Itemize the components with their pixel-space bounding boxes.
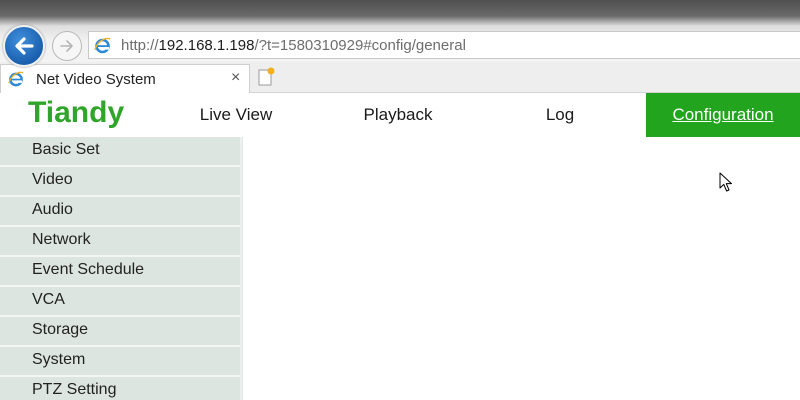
- sidebar-item-network[interactable]: Network: [0, 227, 240, 257]
- screen: http://192.168.1.198/?t=1580310929#confi…: [0, 0, 800, 400]
- config-sidebar: Basic Set Video Audio Network Event Sche…: [0, 137, 242, 400]
- nav-playback[interactable]: Playback: [328, 93, 468, 137]
- sidebar-item-label: Storage: [32, 321, 89, 338]
- sidebar-item-vca[interactable]: VCA: [0, 287, 240, 317]
- new-tab-icon[interactable]: [254, 66, 277, 89]
- forward-button[interactable]: [52, 31, 82, 61]
- sidebar-item-system[interactable]: System: [0, 347, 240, 377]
- sidebar-item-basic-set[interactable]: Basic Set: [0, 137, 240, 167]
- sidebar-item-label: Audio: [32, 201, 73, 218]
- forward-arrow-icon: [60, 40, 73, 52]
- nav-live-view[interactable]: Live View: [166, 93, 306, 137]
- sidebar-item-storage[interactable]: Storage: [0, 317, 240, 347]
- close-tab-icon[interactable]: ×: [231, 69, 240, 87]
- sidebar-item-audio[interactable]: Audio: [0, 197, 240, 227]
- sidebar-item-label: Event Schedule: [32, 261, 145, 278]
- url-prefix: http://: [121, 37, 159, 54]
- address-bar[interactable]: http://192.168.1.198/?t=1580310929#confi…: [88, 31, 800, 59]
- ie-tab-icon: [8, 71, 24, 87]
- tiandy-logo: Tiandy: [28, 96, 125, 129]
- sidebar-item-ptz-setting[interactable]: PTZ Setting: [0, 377, 240, 400]
- browser-toolbar: http://192.168.1.198/?t=1580310929#confi…: [0, 0, 800, 67]
- sidebar-item-label: Video: [32, 171, 73, 188]
- nav-configuration[interactable]: Configuration: [646, 93, 800, 137]
- page-header: Tiandy Live View Playback Log Configurat…: [0, 93, 800, 137]
- mouse-cursor-icon: [719, 172, 732, 192]
- sidebar-item-video[interactable]: Video: [0, 167, 240, 197]
- sidebar-item-label: PTZ Setting: [32, 381, 117, 398]
- tab-strip: Net Video System ×: [0, 62, 800, 93]
- sidebar-item-label: VCA: [32, 291, 65, 308]
- sidebar-item-event-schedule[interactable]: Event Schedule: [0, 257, 240, 287]
- url-text[interactable]: http://192.168.1.198/?t=1580310929#confi…: [121, 37, 466, 54]
- tab-title: Net Video System: [36, 71, 156, 88]
- back-arrow-icon: [15, 37, 34, 55]
- sidebar-item-label: System: [32, 351, 86, 368]
- url-path: /?t=1580310929#config/general: [254, 37, 466, 54]
- sidebar-item-label: Network: [32, 231, 91, 248]
- url-host: 192.168.1.198: [158, 37, 255, 54]
- browser-tab[interactable]: Net Video System ×: [0, 64, 250, 93]
- sidebar-item-label: Basic Set: [32, 141, 100, 158]
- nav-log[interactable]: Log: [490, 93, 630, 137]
- back-button[interactable]: [3, 25, 45, 67]
- config-content-area: [242, 137, 800, 400]
- ie-page-icon: [94, 37, 111, 54]
